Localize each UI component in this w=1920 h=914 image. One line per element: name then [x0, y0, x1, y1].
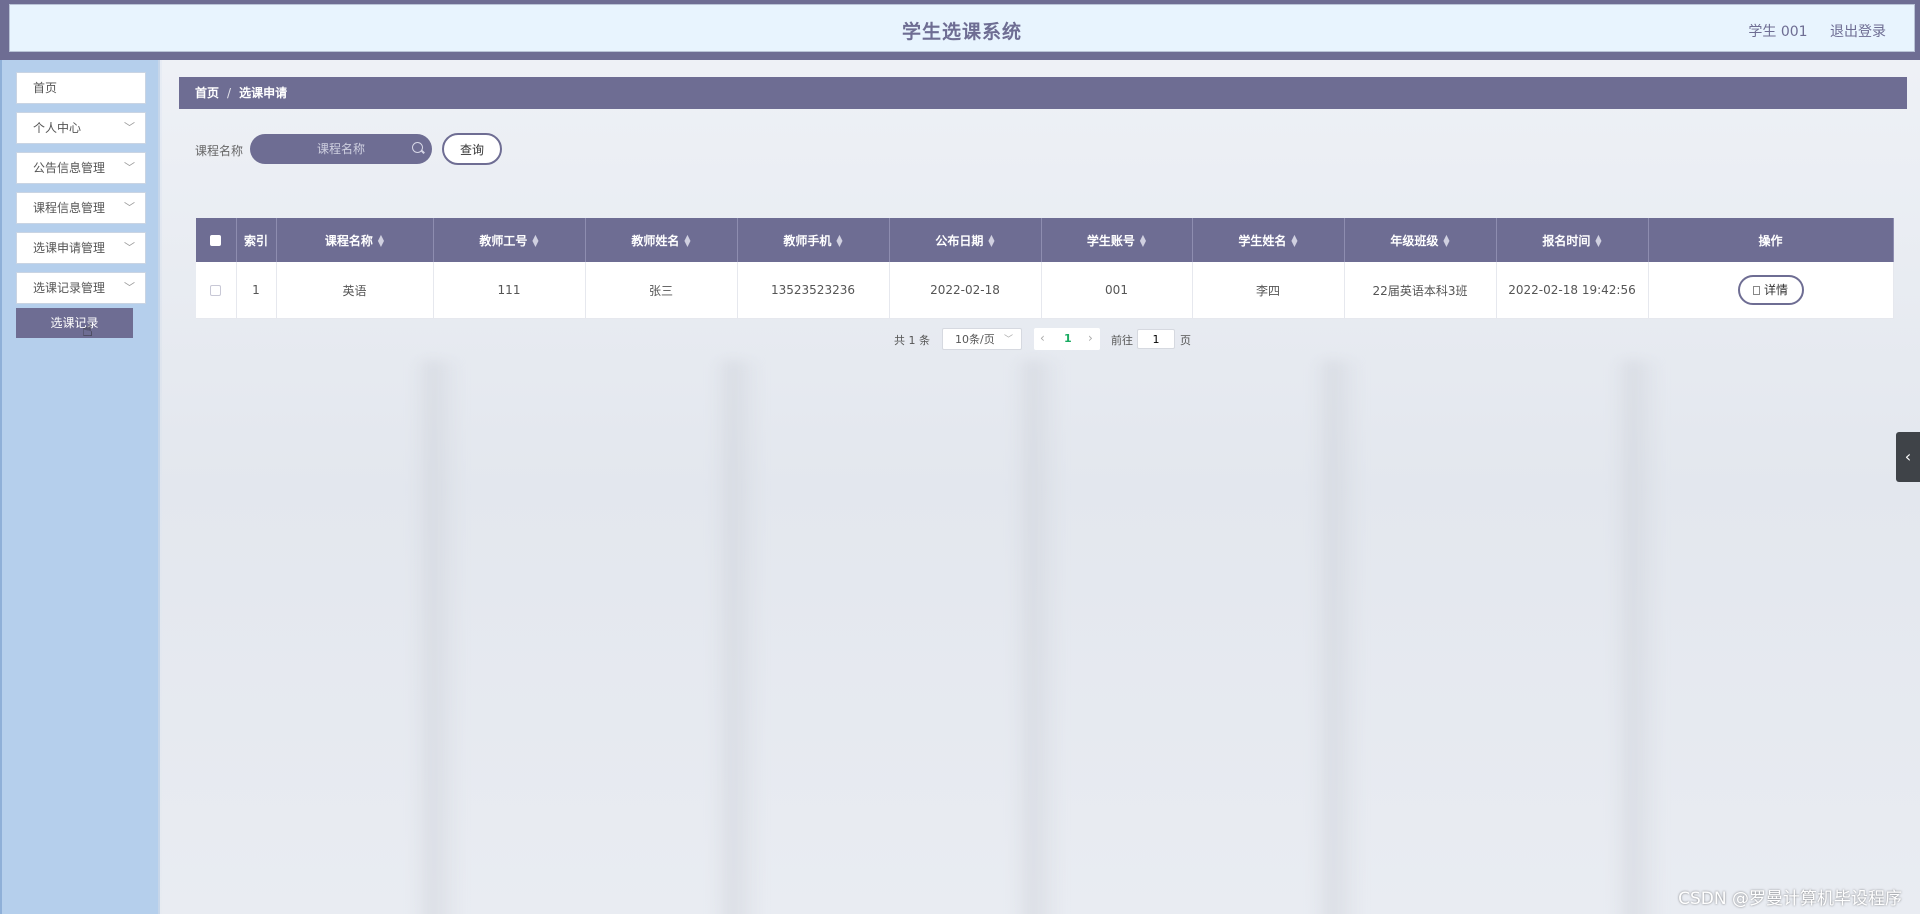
sidebar-edge [0, 60, 2, 914]
breadcrumb-separator: / [227, 86, 232, 100]
column-header-publish-date[interactable]: 公布日期 ▲ ▼ [889, 218, 1042, 262]
sort-icon[interactable]: ▲ ▼ [684, 234, 690, 248]
detail-button-label: 详情 [1763, 283, 1788, 297]
page-title: 学生选课系统 [901, 21, 1022, 43]
sort-icon[interactable]: ▲ ▼ [988, 234, 994, 248]
breadcrumb-home[interactable]: 首页 [195, 86, 219, 100]
row-checkbox[interactable] [210, 285, 222, 296]
sidebar-subitem-course-records[interactable]: 选课记录 [16, 308, 133, 338]
sidebar [0, 60, 160, 914]
chevron-down-icon: ﹀ [124, 201, 135, 214]
sidebar-item-label: 个人中心 [33, 121, 82, 135]
column-header-apply-time[interactable]: 报名时间 ▲ ▼ [1496, 218, 1649, 262]
current-user-label: 学生 001 [1748, 24, 1808, 40]
select-all-checkbox[interactable] [210, 235, 222, 246]
next-page-button[interactable]: › [1088, 331, 1093, 345]
sidebar-item-label: 公告信息管理 [33, 161, 106, 175]
sidebar-item-label: 选课申请管理 [33, 241, 106, 255]
cell-grade-class: 22届英语本科3班 [1344, 262, 1497, 319]
pagination-total: 共 1 条 [894, 334, 930, 347]
row-checkbox-cell[interactable] [196, 262, 237, 319]
drawer-toggle-chevron-left-icon[interactable]: ‹ [1896, 432, 1920, 482]
chevron-down-icon: ﹀ [124, 121, 135, 134]
header-panel: 学生选课系统 学生 001 退出登录 [9, 4, 1915, 52]
sort-icon[interactable]: ▲ ▼ [378, 234, 384, 248]
goto-suffix: 页 [1180, 334, 1191, 347]
sort-icon[interactable]: ▲ ▼ [1443, 234, 1449, 248]
cell-student-name: 李四 [1192, 262, 1345, 319]
detail-button[interactable]: 详情 [1737, 275, 1804, 305]
sidebar-item-label: 课程信息管理 [33, 201, 106, 215]
sort-icon[interactable]: ▲ ▼ [532, 234, 538, 248]
sidebar-item-notice-management[interactable]: 公告信息管理 ﹀ [16, 152, 146, 184]
document-icon [1752, 286, 1760, 295]
table-header-row: 索引 课程名称 ▲ ▼ 教师工号 ▲ ▼ 教师姓名 ▲ ▼ 教师手机 ▲ ▼ 公布日期 ▲ ▼ 学生… [196, 218, 1894, 262]
sidebar-item-record-management[interactable]: 选课记录管理 ﹀ [16, 272, 146, 304]
search-icon [412, 142, 423, 153]
chevron-down-icon: ﹀ [1003, 335, 1013, 345]
page-size-select[interactable]: 10条/页 ﹀ [942, 328, 1022, 350]
watermark: CSDN @罗曼计算机毕设程序 [1678, 889, 1902, 909]
breadcrumb-current: 选课申请 [239, 86, 288, 100]
query-button[interactable]: 查询 [442, 133, 502, 165]
column-header-course-name[interactable]: 课程名称 ▲ ▼ [276, 218, 434, 262]
column-header-teacher-id[interactable]: 教师工号 ▲ ▼ [433, 218, 586, 262]
select-all-checkbox-cell[interactable] [196, 218, 237, 262]
column-header-student-account[interactable]: 学生账号 ▲ ▼ [1041, 218, 1193, 262]
background-image [162, 360, 1712, 914]
logout-link[interactable]: 退出登录 [1830, 24, 1886, 40]
goto-page-input[interactable] [1137, 329, 1175, 349]
hand-cursor-icon: ☝ [82, 320, 93, 341]
sidebar-item-personal-center[interactable]: 个人中心 ﹀ [16, 112, 146, 144]
sidebar-item-application-management[interactable]: 选课申请管理 ﹀ [16, 232, 146, 264]
cell-index: 1 [236, 262, 277, 319]
cell-teacher-phone: 13523523236 [737, 262, 890, 319]
column-header-action: 操作 [1648, 218, 1894, 262]
pager: ‹ 1 › [1034, 328, 1100, 350]
goto-label: 前往 [1111, 334, 1133, 347]
sort-icon[interactable]: ▲ ▼ [1140, 234, 1146, 248]
chevron-down-icon: ﹀ [124, 241, 135, 254]
column-header-grade-class[interactable]: 年级班级 ▲ ▼ [1344, 218, 1497, 262]
sort-icon[interactable]: ▲ ▼ [836, 234, 842, 248]
table-row: 1 英语 111 张三 13523523236 2022-02-18 001 李… [196, 262, 1894, 319]
sidebar-item-home[interactable]: 首页 [16, 72, 146, 104]
cell-teacher-id: 111 [433, 262, 586, 319]
page-size-value: 10条/页 [955, 333, 995, 346]
chevron-down-icon: ﹀ [124, 281, 135, 294]
cell-student-account: 001 [1041, 262, 1193, 319]
sidebar-item-course-management[interactable]: 课程信息管理 ﹀ [16, 192, 146, 224]
cell-action: 详情 [1648, 262, 1894, 319]
column-header-student-name[interactable]: 学生姓名 ▲ ▼ [1192, 218, 1345, 262]
search-input[interactable] [250, 134, 432, 164]
column-header-index: 索引 [236, 218, 277, 262]
cell-publish-date: 2022-02-18 [889, 262, 1042, 319]
cell-teacher-name: 张三 [585, 262, 738, 319]
page-number-current[interactable]: 1 [1064, 332, 1072, 345]
header-user-area: 学生 001 退出登录 [1730, 21, 1886, 41]
header-bar: 学生选课系统 学生 001 退出登录 [0, 0, 1920, 60]
sort-icon[interactable]: ▲ ▼ [1291, 234, 1297, 248]
cell-apply-time: 2022-02-18 19:42:56 [1496, 262, 1649, 319]
chevron-down-icon: ﹀ [124, 161, 135, 174]
sort-icon[interactable]: ▲ ▼ [1595, 234, 1601, 248]
cell-course-name: 英语 [276, 262, 434, 319]
main-content: 首页/选课申请 课程名称 查询 索引 课程名称▲▼ 教师工号▲▼ 教师 [162, 60, 1920, 914]
sidebar-item-label: 首页 [33, 81, 58, 95]
sidebar-item-label: 选课记录管理 [33, 281, 106, 295]
search-label: 课程名称 [195, 144, 244, 158]
column-header-teacher-name[interactable]: 教师姓名 ▲ ▼ [585, 218, 738, 262]
breadcrumb: 首页 / 选课申请 [179, 77, 1907, 109]
column-header-teacher-phone[interactable]: 教师手机 ▲ ▼ [737, 218, 890, 262]
prev-page-button[interactable]: ‹ [1040, 331, 1045, 345]
data-table: 索引 课程名称 ▲ ▼ 教师工号 ▲ ▼ 教师姓名 ▲ ▼ 教师手机 ▲ ▼ 公布日期 ▲ ▼ 学生… [196, 218, 1894, 319]
